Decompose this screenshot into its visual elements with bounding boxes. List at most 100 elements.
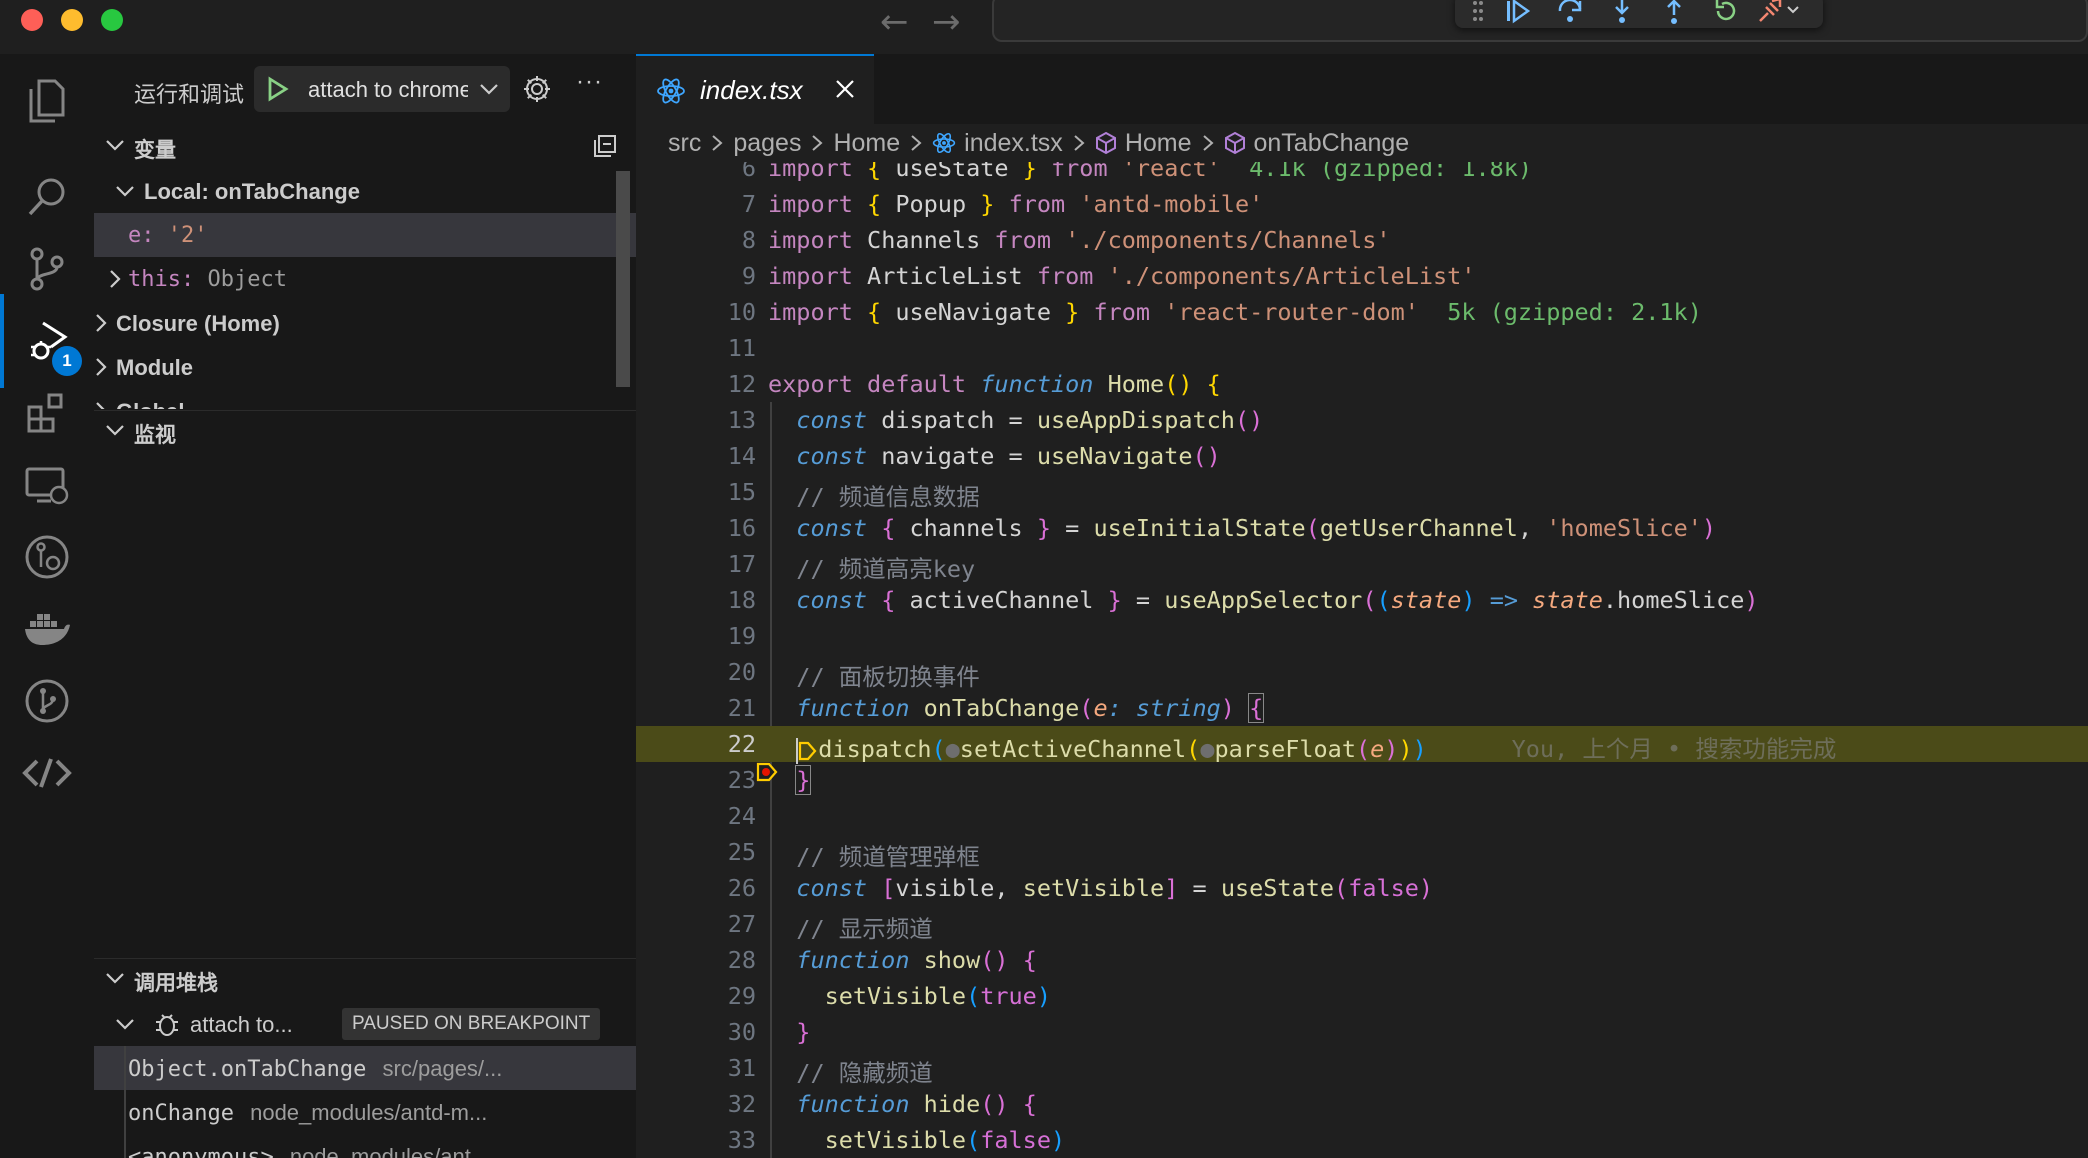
line-source: // 频道高亮key [768, 550, 975, 584]
launch-config-select[interactable]: attach to chrome [254, 66, 510, 112]
code-line[interactable]: 28 function show() { [636, 942, 2088, 978]
continue-icon[interactable] [1493, 0, 1543, 27]
code-area[interactable]: 6 import { useState } from 'react' 4.1k (… [636, 162, 2088, 1158]
close-window-button[interactable] [21, 9, 43, 31]
line-source: const { activeChannel } = useAppSelector… [768, 586, 1758, 614]
code-line[interactable]: 20 // 面板切换事件 [636, 654, 2088, 691]
arrow-right-icon[interactable]: → [932, 2, 961, 42]
line-number: 12 [727, 370, 756, 398]
stack-frame[interactable]: <anonymous> node_modules/ant... [94, 1134, 636, 1158]
code-line[interactable]: 16 const { channels } = useInitialState(… [636, 510, 2088, 546]
line-source: export default function Home() { [768, 370, 1221, 398]
close-icon[interactable] [832, 76, 858, 107]
variable-value: '2' [167, 223, 208, 248]
frame-function: onChange [128, 1101, 234, 1126]
restart-icon[interactable] [1701, 0, 1751, 27]
code-line[interactable]: 6 import { useState } from 'react' 4.1k (… [636, 162, 2088, 186]
variable-this[interactable]: this: Object [94, 257, 636, 301]
code-line[interactable]: 9 import ArticleList from './components/A… [636, 258, 2088, 294]
code-line[interactable]: 33 setVisible(false) [636, 1122, 2088, 1158]
explorer-icon[interactable] [0, 54, 94, 148]
minimize-window-button[interactable] [61, 9, 83, 31]
callstack-section-header[interactable]: 调用堆栈 [94, 958, 636, 998]
breadcrumb-symbol-ontabchange[interactable]: onTabChange [1224, 128, 1410, 158]
code-token: ) [1461, 586, 1476, 614]
variables-scrollbar[interactable] [616, 171, 630, 387]
code-token: // 频道高亮key [796, 555, 976, 583]
chevron-down-icon [114, 180, 136, 208]
code-line[interactable]: 25 // 频道管理弹框 [636, 834, 2088, 871]
tab-index-tsx[interactable]: index.tsx [636, 54, 874, 124]
line-number: 31 [727, 1054, 756, 1082]
code-line[interactable]: 11 [636, 330, 2088, 366]
code-line[interactable]: 21 function onTabChange(e: string) { [636, 690, 2088, 726]
code-line[interactable]: 13 const dispatch = useAppDispatch() [636, 402, 2088, 438]
disconnect-icon[interactable] [1753, 0, 1803, 27]
breadcrumb-pages[interactable]: pages [733, 129, 801, 158]
live-share-icon[interactable] [0, 726, 94, 820]
breadcrumb-file[interactable]: index.tsx [932, 129, 1063, 158]
code-line[interactable]: 23 } [636, 762, 2088, 798]
code-line-current[interactable]: 22 dispatch(●setActiveChannel(●parseFloa… [636, 726, 2088, 782]
code-token: useInitialState [1093, 514, 1306, 542]
code-line[interactable]: 12 export default function Home() { [636, 366, 2088, 402]
maximize-window-button[interactable] [101, 9, 123, 31]
code-line[interactable]: 27 // 显示频道 [636, 906, 2088, 943]
sidebar-header: 运行和调试 attach to chrome ··· [94, 54, 636, 126]
code-line[interactable]: 30 } [636, 1014, 2088, 1050]
gear-icon[interactable] [522, 74, 552, 109]
line-number: 17 [727, 550, 756, 578]
scope-local[interactable]: Local: onTabChange [94, 169, 636, 213]
line-number: 7 [741, 190, 756, 218]
code-line[interactable]: 17 // 频道高亮key [636, 546, 2088, 584]
code-token: ) [1050, 1126, 1066, 1154]
code-line[interactable]: 18 const { activeChannel } = useAppSelec… [636, 582, 2088, 618]
more-actions-icon[interactable]: ··· [576, 68, 603, 96]
code-line[interactable]: 14 const navigate = useNavigate() [636, 438, 2088, 474]
arrow-left-icon[interactable]: ← [880, 2, 909, 42]
launch-config-label: attach to chrome [308, 77, 468, 102]
code-line[interactable]: 31 // 隐藏频道 [636, 1050, 2088, 1087]
line-number: 29 [727, 982, 756, 1010]
scope-module[interactable]: Module [94, 345, 636, 389]
breadcrumb-src[interactable]: src [668, 129, 701, 158]
play-icon[interactable] [266, 76, 290, 107]
code-line[interactable]: 32 function hide() { [636, 1086, 2088, 1122]
code-line[interactable]: 8 import Channels from './components/Chan… [636, 222, 2088, 258]
stack-frame[interactable]: Object.onTabChange src/pages/... [94, 1046, 636, 1090]
code-line[interactable]: 24 [636, 798, 2088, 834]
code-line[interactable]: 29 setVisible(true) [636, 978, 2088, 1014]
title-bar: ← → [0, 0, 2088, 54]
code-token: const [796, 874, 868, 902]
collapse-all-icon[interactable] [592, 134, 618, 164]
breadcrumb-symbol-home[interactable]: Home [1095, 129, 1192, 158]
step-into-icon[interactable] [1597, 0, 1647, 27]
code-line[interactable]: 10 import { useNavigate } from 'react-rou… [636, 294, 2088, 330]
stack-frame[interactable]: onChange node_modules/antd-m... [94, 1090, 636, 1134]
code-line[interactable]: 7 import { Popup } from 'antd-mobile' [636, 186, 2088, 222]
breadcrumb-symbol-label: onTabChange [1253, 128, 1410, 157]
variables-section-header[interactable]: 变量 [94, 126, 636, 166]
inline-breakpoint-icon[interactable] [798, 740, 818, 762]
code-token: ( [931, 735, 946, 763]
line-number: 33 [727, 1126, 756, 1154]
scope-global[interactable]: Global [94, 389, 636, 409]
variable-e[interactable]: e: '2' [94, 213, 636, 257]
chevron-down-icon[interactable] [478, 78, 500, 105]
code-token: } [1022, 162, 1037, 182]
scope-closure[interactable]: Closure (Home) [94, 301, 636, 345]
line-source: setVisible(false) [768, 1126, 1066, 1154]
watch-section-header[interactable]: 监视 [94, 410, 636, 450]
code-line[interactable]: 15 // 频道信息数据 [636, 474, 2088, 511]
line-source: function onTabChange(e: string) { [768, 693, 1265, 723]
code-line[interactable]: 19 [636, 618, 2088, 654]
breadcrumb-home-folder[interactable]: Home [833, 129, 900, 158]
frame-path: src/pages/... [382, 1056, 503, 1081]
frame-path: node_modules/ant... [289, 1144, 490, 1158]
step-out-icon[interactable] [1649, 0, 1699, 27]
debug-session[interactable]: attach to... PAUSED ON BREAKPOINT [94, 1002, 636, 1046]
grip-icon[interactable] [1465, 0, 1491, 27]
code-token: getUserChannel [1319, 514, 1518, 542]
step-over-icon[interactable] [1545, 0, 1595, 27]
code-line[interactable]: 26 const [visible, setVisible] = useStat… [636, 870, 2088, 906]
